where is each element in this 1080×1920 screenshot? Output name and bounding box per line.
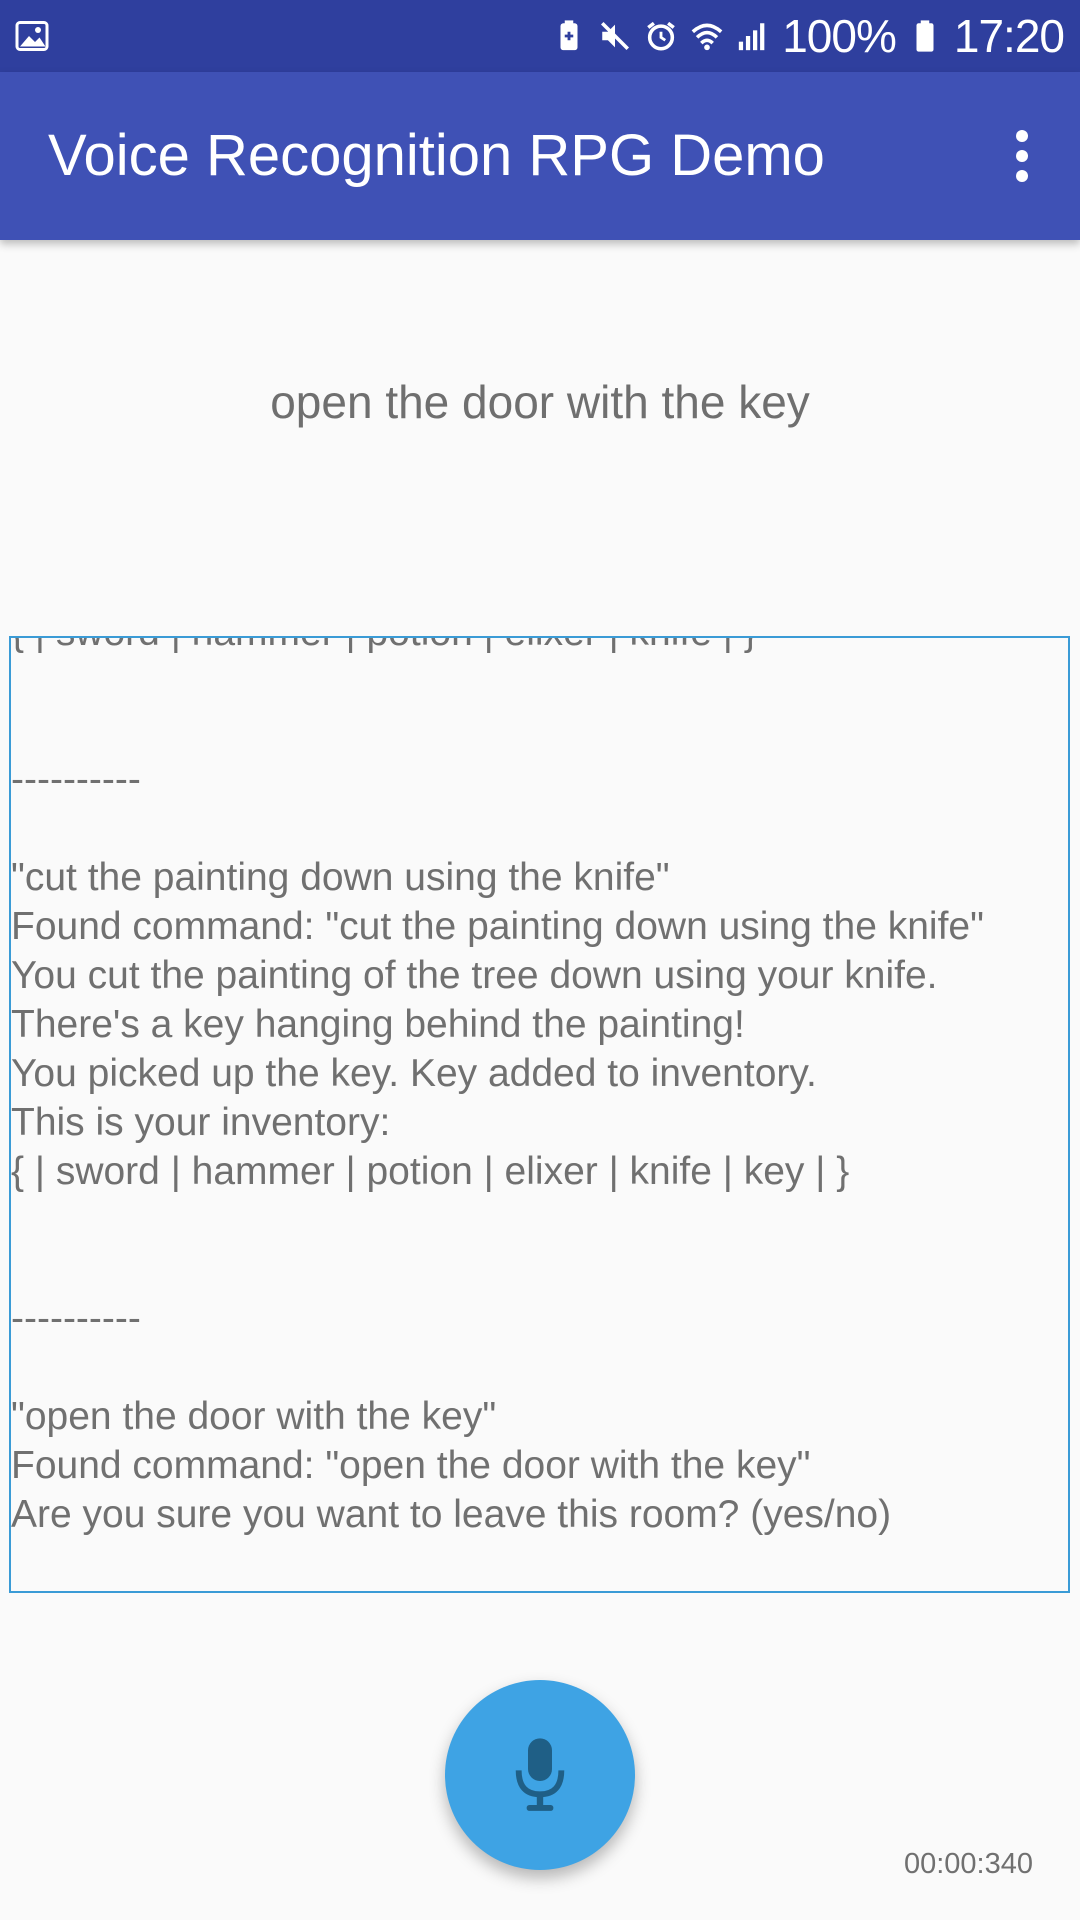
battery-icon	[908, 19, 942, 53]
log-line: You picked up the key. Key added to inve…	[11, 1052, 817, 1095]
clock: 17:20	[953, 10, 1065, 62]
image-icon	[14, 18, 50, 54]
log-line: Found command: "cut the painting down us…	[11, 905, 984, 948]
log-line: Are you sure you want to leave this room…	[11, 1493, 892, 1536]
recognized-speech-text: open the door with the key	[270, 376, 810, 428]
battery-percent: 100%	[782, 10, 897, 62]
alarm-icon	[644, 19, 678, 53]
game-log[interactable]: { | sword | hammer | potion | elixer | k…	[9, 636, 1070, 1593]
log-line: { | sword | hammer | potion | elixer | k…	[11, 638, 1068, 657]
log-line: There's a key hanging behind the paintin…	[11, 1003, 745, 1046]
log-line: "cut the painting down using the knife"	[11, 856, 670, 899]
app-bar: Voice Recognition RPG Demo	[0, 72, 1080, 240]
battery-saver-icon	[552, 19, 586, 53]
log-line: { | sword | hammer | potion | elixer | k…	[11, 1150, 850, 1193]
mute-icon	[598, 19, 632, 53]
log-line: You cut the painting of the tree down us…	[11, 954, 938, 997]
status-bar: 100% 17:20	[0, 0, 1080, 72]
log-line: Found command: "open the door with the k…	[11, 1444, 811, 1487]
elapsed-timer: 00:00:340	[903, 1848, 1033, 1880]
log-line: ----------	[11, 758, 141, 801]
mic-button[interactable]	[445, 1680, 635, 1870]
log-line: "open the door with the key"	[11, 1395, 497, 1438]
log-line: ----------	[11, 1297, 141, 1340]
game-log-content: { | sword | hammer | potion | elixer | k…	[11, 638, 1068, 1539]
overflow-menu-icon[interactable]	[982, 116, 1062, 196]
microphone-icon	[508, 1733, 572, 1818]
app-title: Voice Recognition RPG Demo	[48, 123, 825, 188]
signal-icon	[736, 19, 770, 53]
log-line: This is your inventory:	[11, 1101, 391, 1144]
wifi-icon	[690, 19, 724, 53]
